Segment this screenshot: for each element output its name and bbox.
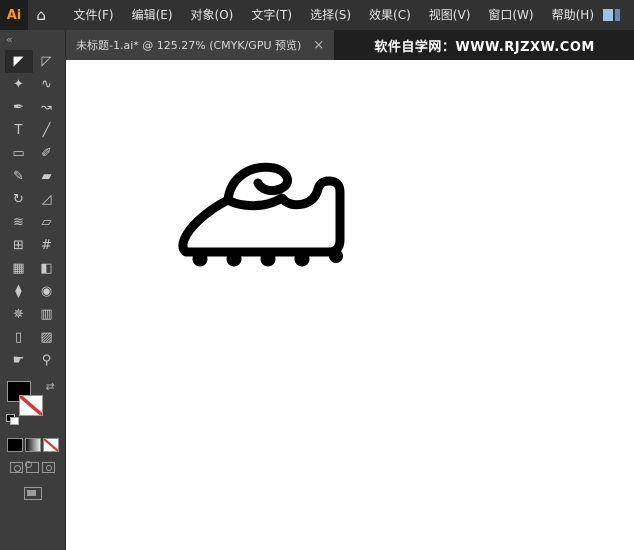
- workspace-switcher-icon[interactable]: [603, 9, 620, 21]
- menu-item[interactable]: 文字(T): [242, 0, 301, 30]
- menu-item[interactable]: 效果(C): [360, 0, 420, 30]
- free-transform-tool-icon: ▱: [42, 215, 52, 230]
- shape-builder-tool-icon: ⊞: [13, 238, 24, 253]
- scale-tool[interactable]: ◿: [33, 188, 61, 211]
- perspective-grid-tool-icon: #: [41, 238, 52, 253]
- magic-wand-tool-icon: ✦: [13, 77, 24, 92]
- type-tool[interactable]: T: [5, 119, 33, 142]
- menu-item[interactable]: 对象(O): [182, 0, 243, 30]
- rectangle-tool-icon: ▭: [12, 146, 24, 161]
- width-tool[interactable]: ≋: [5, 211, 33, 234]
- curvature-tool[interactable]: ↝: [33, 96, 61, 119]
- column-graph-tool-icon: ▥: [40, 307, 52, 322]
- artboard-tool-icon: ▯: [15, 330, 22, 345]
- pencil-tool-icon: ✎: [13, 169, 24, 184]
- gradient-tool-icon: ◧: [40, 261, 52, 276]
- artboard-canvas[interactable]: [66, 60, 634, 550]
- color-button[interactable]: [7, 438, 23, 452]
- none-button[interactable]: [43, 438, 59, 452]
- rectangle-tool[interactable]: ▭: [5, 142, 33, 165]
- direct-selection-tool-icon: ◸: [42, 54, 52, 69]
- document-tab-title: 未标题-1.ai* @ 125.27% (CMYK/GPU 预览): [76, 37, 301, 53]
- type-tool-icon: T: [15, 123, 23, 138]
- tools-grid: ◤ ◸ ✦ ∿ ✒ ↝ T ╱ ▭ ✐ ✎ ▰ ↻ ◿ ≋ ▱ ⊞ # ▦ ◧ ⧫ ◉ ✵ ▥ ▯ ▨ ☛ ⚲: [5, 50, 61, 372]
- draw-inside-button[interactable]: [42, 462, 55, 473]
- line-segment-tool-icon: ╱: [43, 123, 51, 138]
- pencil-tool[interactable]: ✎: [5, 165, 33, 188]
- draw-behind-button[interactable]: [26, 462, 39, 473]
- gradient-button[interactable]: [25, 438, 41, 452]
- document-tab[interactable]: 未标题-1.ai* @ 125.27% (CMYK/GPU 预览) ×: [66, 30, 335, 60]
- gradient-tool[interactable]: ◧: [33, 257, 61, 280]
- rotate-tool[interactable]: ↻: [5, 188, 33, 211]
- close-icon[interactable]: ×: [313, 38, 324, 53]
- menubar-right: [603, 0, 634, 30]
- curvature-tool-icon: ↝: [41, 100, 52, 115]
- mesh-tool-icon: ▦: [12, 261, 24, 276]
- magic-wand-tool[interactable]: ✦: [5, 73, 33, 96]
- draw-normal-button[interactable]: [10, 462, 23, 473]
- watermark-text: 软件自学网：WWW.RJZXW.COM: [335, 30, 634, 60]
- paintbrush-tool-icon: ✐: [41, 146, 52, 161]
- hand-tool-icon: ☛: [13, 353, 25, 368]
- menu-item[interactable]: 编辑(E): [123, 0, 182, 30]
- blend-tool[interactable]: ◉: [33, 280, 61, 303]
- tools-panel: « ◤ ◸ ✦ ∿ ✒ ↝ T ╱ ▭ ✐ ✎ ▰ ↻ ◿ ≋ ▱ ⊞ # ▦ ◧ ⧫ ◉ ✵ ▥ ▯ ▨ ☛ ⚲ ⇄: [0, 30, 66, 550]
- shape-builder-tool[interactable]: ⊞: [5, 234, 33, 257]
- fill-stroke-widget: ⇄: [4, 380, 62, 426]
- drawing-mode-buttons: [10, 462, 55, 473]
- pen-tool[interactable]: ✒: [5, 96, 33, 119]
- scale-tool-icon: ◿: [42, 192, 52, 207]
- collapse-panel-icon[interactable]: «: [0, 30, 65, 50]
- direct-selection-tool[interactable]: ◸: [33, 50, 61, 73]
- swap-fill-stroke-icon[interactable]: ⇄: [46, 380, 55, 393]
- blend-tool-icon: ◉: [41, 284, 52, 299]
- menubar: Ai ⌂ 文件(F)编辑(E)对象(O)文字(T)选择(S)效果(C)视图(V)…: [0, 0, 634, 31]
- zoom-tool[interactable]: ⚲: [33, 349, 61, 372]
- artboard-tool[interactable]: ▯: [5, 326, 33, 349]
- selection-tool-icon: ◤: [14, 54, 24, 69]
- menu-item[interactable]: 帮助(H): [543, 0, 603, 30]
- width-tool-icon: ≋: [13, 215, 24, 230]
- eraser-tool-icon: ▰: [42, 169, 52, 184]
- free-transform-tool[interactable]: ▱: [33, 211, 61, 234]
- soccer-cleat-drawing[interactable]: [172, 158, 368, 282]
- selection-tool[interactable]: ◤: [5, 50, 33, 73]
- eraser-tool[interactable]: ▰: [33, 165, 61, 188]
- symbol-sprayer-tool[interactable]: ✵: [5, 303, 33, 326]
- perspective-grid-tool[interactable]: #: [33, 234, 61, 257]
- column-graph-tool[interactable]: ▥: [33, 303, 61, 326]
- paint-mode-buttons: [7, 438, 59, 452]
- slice-tool-icon: ▨: [40, 330, 52, 345]
- menu-item[interactable]: 窗口(W): [479, 0, 542, 30]
- symbol-sprayer-tool-icon: ✵: [13, 307, 24, 322]
- illustrator-logo-icon: Ai: [0, 0, 28, 30]
- stroke-swatch[interactable]: [19, 395, 43, 416]
- paintbrush-tool[interactable]: ✐: [33, 142, 61, 165]
- default-fill-stroke-icon[interactable]: [6, 414, 19, 425]
- screen-mode-button[interactable]: [24, 487, 42, 500]
- slice-tool[interactable]: ▨: [33, 326, 61, 349]
- line-segment-tool[interactable]: ╱: [33, 119, 61, 142]
- hand-tool[interactable]: ☛: [5, 349, 33, 372]
- eyedropper-tool[interactable]: ⧫: [5, 280, 33, 303]
- menu-item[interactable]: 视图(V): [420, 0, 480, 30]
- home-icon[interactable]: ⌂: [28, 0, 54, 30]
- eyedropper-tool-icon: ⧫: [15, 284, 21, 299]
- document-tab-bar: 未标题-1.ai* @ 125.27% (CMYK/GPU 预览) × 软件自学…: [66, 30, 634, 60]
- pen-tool-icon: ✒: [13, 100, 24, 115]
- rotate-tool-icon: ↻: [13, 192, 24, 207]
- menu-items: 文件(F)编辑(E)对象(O)文字(T)选择(S)效果(C)视图(V)窗口(W)…: [64, 0, 603, 30]
- menu-item[interactable]: 选择(S): [301, 0, 360, 30]
- zoom-tool-icon: ⚲: [42, 353, 52, 368]
- lasso-tool-icon: ∿: [41, 77, 52, 92]
- menu-item[interactable]: 文件(F): [64, 0, 122, 30]
- mesh-tool[interactable]: ▦: [5, 257, 33, 280]
- lasso-tool[interactable]: ∿: [33, 73, 61, 96]
